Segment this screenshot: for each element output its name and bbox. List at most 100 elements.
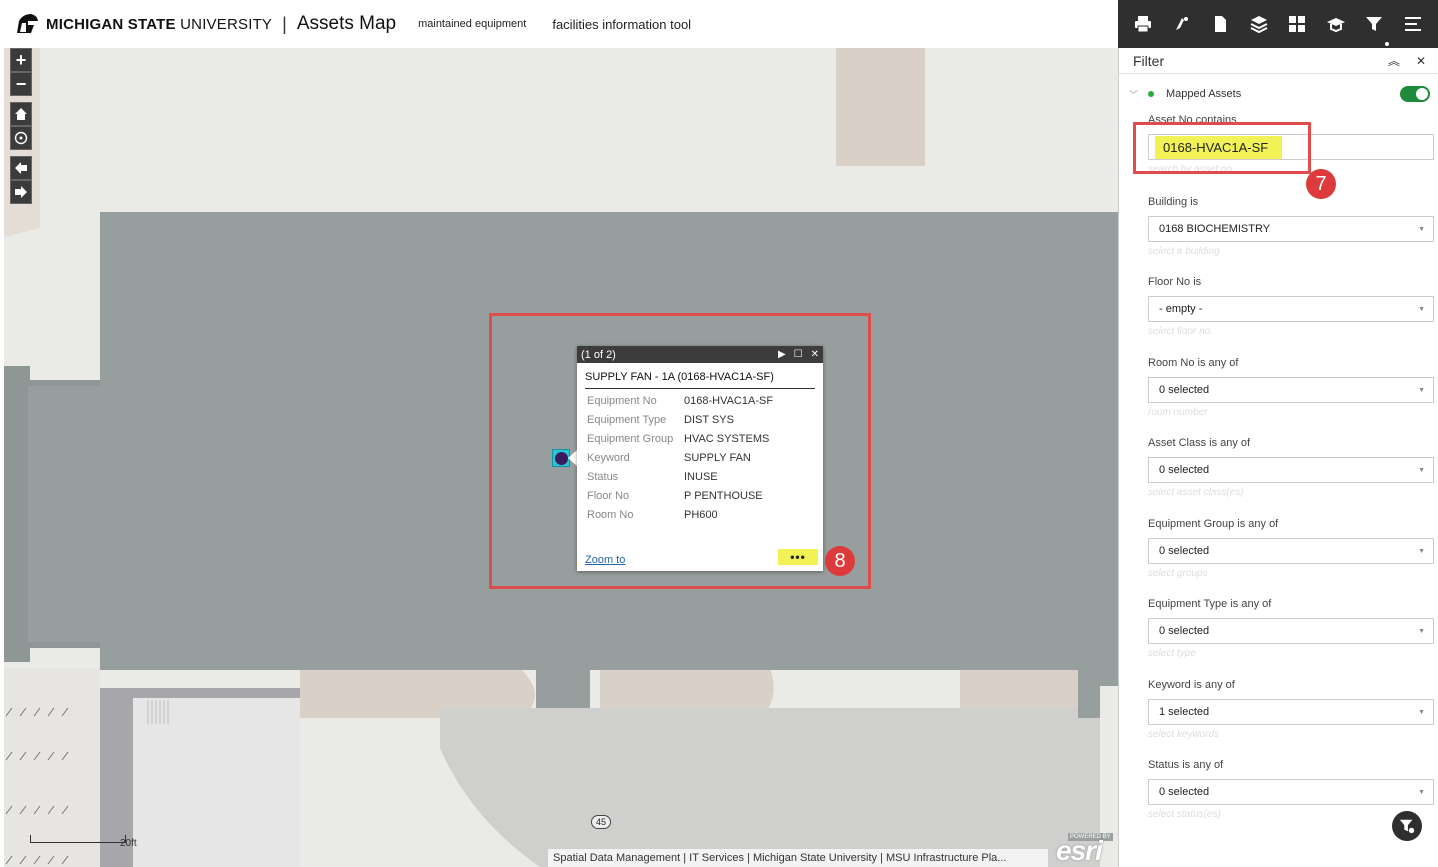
university-name[interactable]: MICHIGAN STATE UNIVERSITY: [46, 16, 272, 33]
info-button[interactable]: [1325, 13, 1347, 35]
widget-toolbar: [1118, 0, 1438, 48]
locate-button[interactable]: [10, 126, 32, 150]
chevron-down-icon[interactable]: ▼: [1418, 226, 1425, 233]
home-button[interactable]: [10, 102, 32, 126]
document-button[interactable]: [1209, 13, 1231, 35]
map-attribution[interactable]: Spatial Data Management | IT Services | …: [548, 849, 1048, 867]
next-feature-icon[interactable]: ▶: [778, 349, 786, 360]
filter-select-value: 0 selected: [1159, 625, 1210, 637]
filter-select[interactable]: - empty - ▼: [1148, 296, 1434, 322]
chevron-down-icon[interactable]: ▼: [1418, 467, 1425, 474]
filter-settings-icon: [1399, 819, 1415, 834]
filter-field: Asset Class is any of 0 selected ▼ select a…: [1148, 437, 1434, 499]
chevron-down-icon[interactable]: ▼: [1418, 306, 1425, 313]
layer-name: Mapped Assets: [1166, 88, 1242, 100]
filter-select-value: 0 selected: [1159, 464, 1210, 476]
filter-icon: [1366, 17, 1383, 31]
popup-pointer: [568, 450, 577, 466]
filter-select-value: - empty -: [1159, 303, 1203, 315]
more-actions-button[interactable]: •••: [778, 549, 818, 565]
filter-field: Building is 0168 BIOCHEMISTRY ▼ select a bu…: [1148, 196, 1434, 258]
home-icon: [15, 108, 27, 120]
menu-icon: [1404, 17, 1421, 31]
measure-button[interactable]: [1171, 13, 1193, 35]
chevron-down-icon[interactable]: ▼: [1418, 709, 1425, 716]
asset-point: [555, 452, 568, 465]
app-title[interactable]: Assets Map: [297, 13, 396, 35]
collapse-icon[interactable]: ︽: [1388, 52, 1400, 69]
zoom-in-button[interactable]: +: [10, 48, 32, 72]
menu-button[interactable]: [1402, 13, 1424, 35]
popup-attribute-row: Status INUSE: [587, 471, 773, 490]
layer-row-mapped-assets[interactable]: ﹀ Mapped Assets: [1119, 74, 1438, 114]
scale-bar: [30, 835, 126, 843]
filter-select[interactable]: 0168 BIOCHEMISTRY ▼: [1148, 216, 1434, 242]
filter-select-value: 0168 BIOCHEMISTRY: [1159, 223, 1271, 235]
chevron-down-icon[interactable]: ﹀: [1129, 88, 1138, 101]
header-separator: |: [282, 13, 287, 34]
filter-field-label: Equipment Group is any of: [1148, 518, 1279, 530]
filter-field: Equipment Group is any of 0 selected ▼ sele…: [1148, 518, 1434, 580]
popup-attribute-row: Equipment Type DIST SYS: [587, 414, 773, 433]
scale-label: 20ft: [120, 838, 137, 849]
attribute-key: Equipment No: [587, 395, 657, 407]
attribute-value: PH600: [684, 509, 718, 521]
filter-select-value: 0 selected: [1159, 786, 1210, 798]
attribute-value: HVAC SYSTEMS: [684, 433, 770, 445]
filter-field: Equipment Type is any of 0 selected ▼ selec…: [1148, 598, 1434, 660]
nav-link-facilities-tool[interactable]: facilities information tool: [552, 17, 691, 32]
filter-field-label: Floor No is: [1148, 276, 1202, 288]
arrow-left-icon: [15, 162, 27, 174]
filter-field-hint: select groups: [1148, 568, 1208, 579]
filter-select[interactable]: 0 selected ▼: [1148, 779, 1434, 805]
close-panel-icon[interactable]: ✕: [1416, 54, 1426, 68]
basemap-gallery-button[interactable]: [1286, 13, 1308, 35]
layers-button[interactable]: [1248, 13, 1270, 35]
filter-field: Floor No is - empty - ▼ select floor no.: [1148, 276, 1434, 338]
layer-toggle[interactable]: [1400, 86, 1430, 102]
popup-attribute-row: Keyword SUPPLY FAN: [587, 452, 773, 471]
graduation-cap-icon: [1326, 18, 1345, 33]
chevron-down-icon[interactable]: ▼: [1418, 628, 1425, 635]
annotation-step-7: 7: [1306, 169, 1336, 199]
chevron-down-icon[interactable]: ▼: [1418, 387, 1425, 394]
filter-field-hint: select status(es): [1148, 809, 1221, 820]
attribute-key: Floor No: [587, 490, 630, 502]
attribute-value: 0168-HVAC1A-SF: [684, 395, 774, 407]
next-extent-button[interactable]: [10, 180, 32, 204]
filter-select[interactable]: 0 selected ▼: [1148, 377, 1434, 403]
filter-field: Keyword is any of 1 selected ▼ select keywo…: [1148, 679, 1434, 741]
filter-select-value: 1 selected: [1159, 706, 1210, 718]
esri-logo[interactable]: esri: [1056, 835, 1103, 867]
attribute-value: DIST SYS: [684, 414, 734, 426]
maximize-icon[interactable]: ☐: [794, 349, 803, 360]
document-icon: [1215, 16, 1227, 32]
filter-select-value: 0 selected: [1159, 545, 1210, 557]
chevron-down-icon[interactable]: ▼: [1418, 548, 1425, 555]
popup-header: (1 of 2) ▶ ☐ ✕: [577, 346, 823, 363]
asset-popup: (1 of 2) ▶ ☐ ✕ SUPPLY FAN - 1A (0168-HVA…: [577, 346, 823, 571]
zoom-out-button[interactable]: −: [10, 72, 32, 96]
filter-field-hint: room number: [1148, 407, 1208, 418]
print-icon: [1135, 16, 1152, 33]
previous-extent-button[interactable]: [10, 156, 32, 180]
filter-button[interactable]: [1363, 13, 1385, 35]
filter-field-hint: select a building: [1148, 246, 1220, 257]
filter-select[interactable]: 0 selected ▼: [1148, 457, 1434, 483]
filter-select[interactable]: 0 selected ▼: [1148, 618, 1434, 644]
filter-field-label: Asset Class is any of: [1148, 437, 1251, 449]
filter-select[interactable]: 1 selected ▼: [1148, 699, 1434, 725]
map-controls: + −: [10, 48, 32, 204]
locate-icon: [14, 131, 28, 145]
close-icon[interactable]: ✕: [811, 349, 819, 360]
nav-link-maintained-equipment[interactable]: maintained equipment: [418, 18, 526, 30]
attribute-key: Equipment Type: [587, 414, 667, 426]
zoom-to-link[interactable]: Zoom to: [585, 554, 625, 566]
filter-field-hint: select floor no.: [1148, 326, 1214, 337]
apply-filter-button[interactable]: [1392, 811, 1422, 841]
popup-attribute-row: Room No PH600: [587, 509, 773, 528]
filter-select[interactable]: 0 selected ▼: [1148, 538, 1434, 564]
annotation-step-8: 8: [825, 546, 855, 576]
chevron-down-icon[interactable]: ▼: [1418, 789, 1425, 796]
print-button[interactable]: [1132, 13, 1154, 35]
